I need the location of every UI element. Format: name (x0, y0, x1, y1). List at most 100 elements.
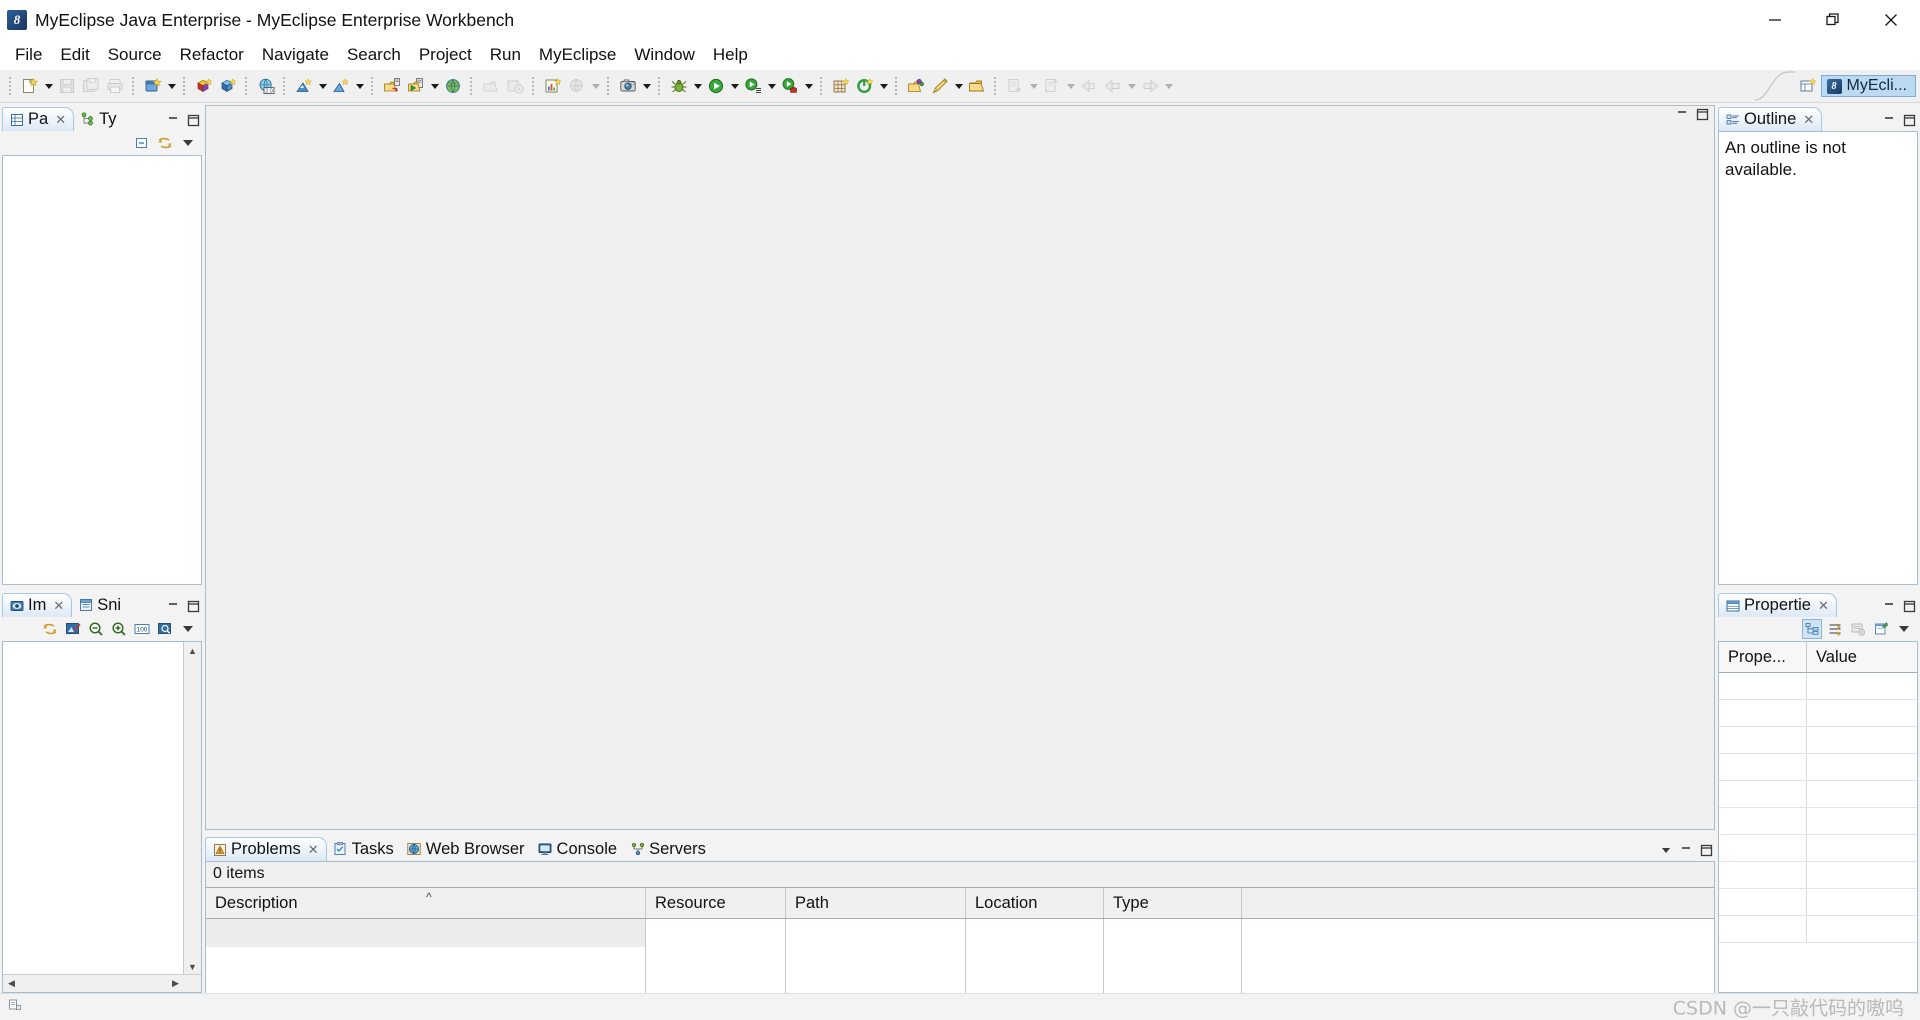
close-icon[interactable]: ✕ (1803, 113, 1814, 126)
debug-dropdown-arrow[interactable] (691, 75, 704, 97)
column-header-value[interactable]: Value (1807, 642, 1917, 672)
table-row[interactable] (1719, 808, 1917, 835)
minimize-icon[interactable] (1746, 0, 1804, 40)
run-dropdown-arrow[interactable] (728, 75, 741, 97)
view-menu-icon[interactable] (178, 619, 198, 639)
menu-item-file[interactable]: File (6, 43, 51, 67)
maximize-view-icon[interactable] (1699, 843, 1713, 857)
table-row[interactable] (1719, 727, 1917, 754)
view-tab-snippets[interactable]: Sni (72, 593, 128, 617)
properties-rows[interactable] (1719, 673, 1917, 943)
new-wizard-dropdown-arrow[interactable] (42, 75, 55, 97)
report-wizard-icon[interactable] (542, 75, 564, 97)
table-row[interactable] (1719, 754, 1917, 781)
column-header-path[interactable]: Path (786, 888, 966, 918)
menu-item-project[interactable]: Project (410, 43, 481, 67)
view-tab-outline[interactable]: Outline ✕ (1718, 107, 1822, 131)
column-header-resource[interactable]: Resource (646, 888, 786, 918)
vertical-scrollbar[interactable]: ▲ ▼ (183, 642, 201, 992)
problems-rows[interactable] (206, 919, 1714, 1003)
debug-icon[interactable] (668, 75, 690, 97)
menu-item-run[interactable]: Run (481, 43, 530, 67)
scroll-right-arrow-icon[interactable]: ▶ (167, 975, 184, 992)
table-row[interactable] (1719, 916, 1917, 943)
profile-dropdown-arrow[interactable] (802, 75, 815, 97)
fit-image-icon[interactable] (63, 619, 83, 639)
search-target-icon[interactable] (854, 75, 876, 97)
view-menu-icon[interactable] (1659, 843, 1673, 857)
open-folder-icon[interactable] (966, 75, 988, 97)
show-advanced-icon[interactable] (1825, 619, 1845, 639)
pencil-edit-icon[interactable] (929, 75, 951, 97)
menu-item-navigate[interactable]: Navigate (253, 43, 338, 67)
perspective-myeclipse-button[interactable]: 8 MyEcli... (1821, 75, 1916, 97)
table-row[interactable] (1719, 889, 1917, 916)
run-icon[interactable] (705, 75, 727, 97)
zoom-100-icon[interactable]: 100 (132, 619, 152, 639)
menu-item-edit[interactable]: Edit (51, 43, 98, 67)
editor-area[interactable] (205, 105, 1715, 830)
open-perspective-icon[interactable] (1795, 74, 1821, 98)
view-tab-package-explorer[interactable]: Pa ✕ (2, 107, 74, 131)
package-explorer-tree[interactable] (2, 155, 202, 585)
zoom-out-icon[interactable] (86, 619, 106, 639)
view-tab-image-viewer[interactable]: Im ✕ (2, 593, 72, 617)
link-with-editor-icon[interactable] (40, 619, 60, 639)
web-20-icon[interactable]: 2.0 (255, 75, 277, 97)
profile-icon[interactable] (779, 75, 801, 97)
new-web-project-icon[interactable] (142, 75, 164, 97)
scroll-down-arrow-icon[interactable]: ▼ (184, 958, 201, 975)
problems-table[interactable]: Description ^ Resource Path Location Typ… (206, 887, 1714, 992)
hibernate-wizard-dropdown-arrow[interactable] (353, 75, 366, 97)
menu-item-search[interactable]: Search (338, 43, 410, 67)
package-blue-icon[interactable] (217, 75, 239, 97)
view-menu-icon[interactable] (1894, 619, 1914, 639)
close-icon[interactable] (1862, 0, 1920, 40)
minimize-view-icon[interactable] (166, 113, 180, 127)
import-icon[interactable] (381, 75, 403, 97)
view-tab-console[interactable]: Console (532, 837, 625, 861)
maximize-view-icon[interactable] (1902, 599, 1916, 613)
maximize-view-icon[interactable] (186, 113, 200, 127)
maximize-view-icon[interactable] (1695, 107, 1709, 121)
close-icon[interactable]: ✕ (53, 599, 64, 612)
pin-to-selection-icon[interactable] (1871, 619, 1891, 639)
zoom-selection-icon[interactable] (155, 619, 175, 639)
minimize-view-icon[interactable] (1882, 599, 1896, 613)
outline-content[interactable]: An outline is not available. (1718, 131, 1918, 585)
restore-icon[interactable] (1804, 0, 1862, 40)
close-icon[interactable]: ✕ (55, 113, 66, 126)
view-tab-servers[interactable]: Servers (624, 837, 713, 861)
table-row[interactable] (206, 919, 1714, 947)
editor-empty-content[interactable] (206, 122, 1714, 829)
close-icon[interactable]: ✕ (308, 843, 319, 856)
menu-item-window[interactable]: Window (625, 43, 703, 67)
table-row[interactable] (1719, 700, 1917, 727)
menu-item-source[interactable]: Source (99, 43, 171, 67)
properties-table[interactable]: Prope... Value (1718, 641, 1918, 993)
table-row[interactable] (1719, 862, 1917, 889)
snapshot-camera-icon[interactable] (617, 75, 639, 97)
open-browser-icon[interactable] (442, 75, 464, 97)
menu-item-help[interactable]: Help (704, 43, 757, 67)
column-header-property[interactable]: Prope... (1719, 642, 1807, 672)
view-tab-properties[interactable]: Propertie ✕ (1718, 593, 1837, 617)
view-menu-icon[interactable] (178, 133, 198, 153)
horizontal-scrollbar[interactable]: ◀ ▶ (3, 974, 201, 992)
scroll-up-arrow-icon[interactable]: ▲ (184, 642, 201, 659)
image-viewer-canvas[interactable]: ▲ ▼ ◀ ▶ (2, 641, 202, 993)
snapshot-dropdown-arrow[interactable] (640, 75, 653, 97)
table-row[interactable] (206, 947, 1714, 975)
maximize-view-icon[interactable] (186, 599, 200, 613)
restore-default-icon[interactable] (1848, 619, 1868, 639)
new-db-wizard-dropdown-arrow[interactable] (316, 75, 329, 97)
minimize-view-icon[interactable] (1882, 113, 1896, 127)
minimize-view-icon[interactable] (166, 599, 180, 613)
view-tab-tasks[interactable]: Tasks (327, 837, 401, 861)
open-resource-icon[interactable] (905, 75, 927, 97)
view-tab-problems[interactable]: Problems ✕ (205, 837, 327, 861)
hibernate-wizard-icon[interactable] (330, 75, 352, 97)
link-with-editor-icon[interactable] (155, 133, 175, 153)
view-tab-web-browser[interactable]: Web Browser (401, 837, 532, 861)
pencil-edit-dropdown-arrow[interactable] (952, 75, 965, 97)
